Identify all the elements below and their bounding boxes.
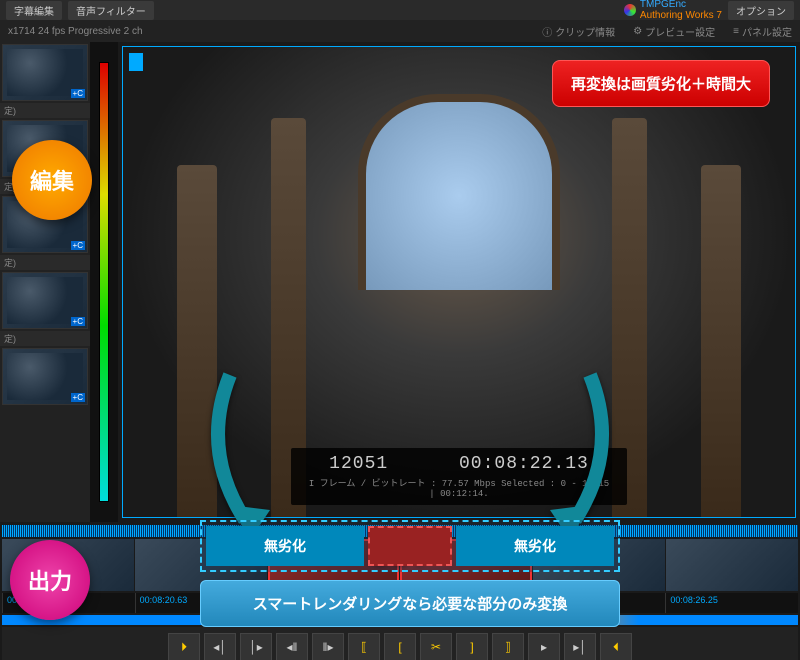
step-back-button[interactable]: ◂‖ [276,633,308,660]
step-fwd-button[interactable]: ‖▸ [312,633,344,660]
clip-label: 定) [0,255,90,270]
menu-preview-settings[interactable]: ⚙ プレビュー設定 [633,24,715,39]
clip-label: 定) [0,103,90,118]
video-meta: x1714 24 fps Progressive 2 ch [8,26,143,37]
menu-panel-settings[interactable]: ≡ パネル設定 [733,24,792,39]
top-toolbar: 字幕編集 音声フィルター TMPGEncAuthoring Works 7 オプ… [0,0,800,20]
tab-audio-filter[interactable]: 音声フィルター [68,1,154,20]
options-button[interactable]: オプション [728,1,794,20]
tab-subtitle[interactable]: 字幕編集 [6,1,62,20]
smart-render-overlay: 無劣化 無劣化 スマートレンダリングなら必要な部分のみ変換 [200,520,620,627]
cut-button[interactable]: ✂ [420,633,452,660]
bracket-out-button[interactable]: ⟧ [492,633,524,660]
annotation-output-badge: 出力 [10,540,90,620]
clip-thumb[interactable]: +C [2,272,88,329]
bracket-in-button[interactable]: ⟦ [348,633,380,660]
mark-out-button[interactable]: ⏴ [600,633,632,660]
transport-controls: ⏵ ◂│ │▸ ◂‖ ‖▸ ⟦ [ ✂ ] ⟧ ▸ ▸│ ⏴ [2,627,798,660]
in-flag-icon[interactable] [129,53,143,71]
menu-clip-info[interactable]: ⓘ クリップ情報 [542,24,615,39]
clip-thumb[interactable]: +C [2,44,88,101]
app-window: 字幕編集 音声フィルター TMPGEncAuthoring Works 7 オプ… [0,0,800,660]
smart-render-banner: スマートレンダリングなら必要な部分のみ変換 [200,580,620,627]
clip-thumb[interactable]: +C [2,348,88,405]
lossless-segment: 無劣化 [456,526,614,566]
lossless-segment: 無劣化 [206,526,364,566]
clip-label: 定) [0,331,90,346]
mark-in-button[interactable]: ⏵ [168,633,200,660]
jump-fwd-button[interactable]: ▸│ [564,633,596,660]
annotation-quality-warning: 再変換は画質劣化＋時間大 [552,60,770,107]
bracket-close-button[interactable]: ] [456,633,488,660]
play-button[interactable]: ▸ [528,633,560,660]
annotation-edit-badge: 編集 [12,140,92,220]
clip-rail: +C 定) +C 定) +C 定) +C 定) +C [0,42,90,522]
audio-meter [90,42,118,522]
prev-frame-button[interactable]: ◂│ [204,633,236,660]
bracket-open-button[interactable]: [ [384,633,416,660]
brand: TMPGEncAuthoring Works 7 [624,0,722,21]
reencode-segment [368,526,452,566]
brand-logo-icon [624,4,636,16]
info-bar: x1714 24 fps Progressive 2 ch ⓘ クリップ情報 ⚙… [0,20,800,42]
next-frame-button[interactable]: │▸ [240,633,272,660]
